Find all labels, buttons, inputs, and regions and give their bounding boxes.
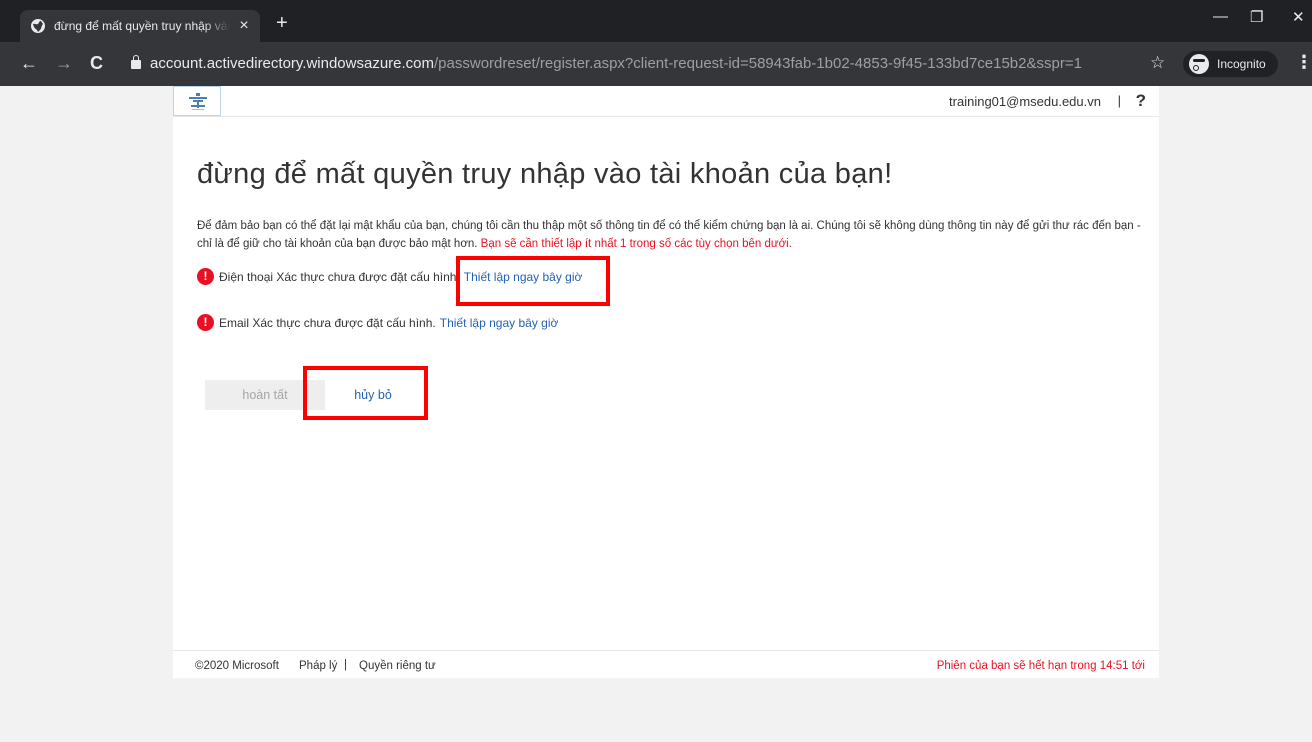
setup-email-link[interactable]: Thiết lập ngay bây giờ [440,316,559,330]
copyright: ©2020 Microsoft [195,660,279,672]
address-bar[interactable]: account.activedirectory.windowsazure.com… [150,55,1082,72]
intro-text: Để đảm bảo bạn có thể đặt lại mật khẩu c… [197,217,1147,253]
page-container: training01@msedu.edu.vn | ? đừng để mất … [173,86,1159,678]
phone-status-text: Điện thoại Xác thực chưa được đặt cấu hì… [219,269,460,284]
close-tab-icon[interactable]: × [236,17,252,35]
alert-icon: ! [197,314,214,331]
user-email[interactable]: training01@msedu.edu.vn [949,94,1101,109]
new-tab-icon[interactable]: + [276,13,288,33]
incognito-label: Incognito [1217,57,1266,71]
browser-tab[interactable]: đừng để mất quyền truy nhập vào tài khoả… [20,10,260,42]
incognito-badge[interactable]: Incognito [1183,51,1278,77]
minimize-icon[interactable]: — [1213,8,1228,25]
url-path: /passwordreset/register.aspx?client-requ… [434,55,1082,72]
bookmark-star-icon[interactable]: ☆ [1150,53,1165,73]
browser-tabstrip: đừng để mất quyền truy nhập vào tài khoả… [0,0,1312,42]
cancel-button-highlight [303,366,428,420]
help-icon[interactable]: ? [1136,91,1146,111]
footer-separator: | [344,659,347,671]
page-footer: ©2020 Microsoft Pháp lý | Quyền riêng tư… [173,650,1159,679]
email-status-row: ! Email Xác thực chưa được đặt cấu hình.… [197,314,558,331]
reload-icon[interactable]: C [90,52,103,74]
phone-link-highlight [456,256,610,306]
alert-icon: ! [197,268,214,285]
url-host: account.activedirectory.windowsazure.com [150,55,435,72]
legal-link[interactable]: Pháp lý [299,660,337,672]
globe-icon [31,19,45,33]
org-logo-icon [189,93,207,110]
restore-icon[interactable]: ❐ [1250,8,1263,26]
tab-title: đừng để mất quyền truy nhập vào tài khoả… [54,19,230,33]
forward-icon[interactable]: → [55,52,73,74]
privacy-link[interactable]: Quyền riêng tư [359,660,436,672]
lock-icon[interactable] [131,55,141,69]
incognito-icon [1189,54,1209,74]
window-close-icon[interactable]: ✕ [1292,8,1305,26]
page-header: training01@msedu.edu.vn | ? [173,86,1159,117]
intro-warning: Bạn sẽ cần thiết lập ít nhất 1 trong số … [480,238,792,250]
header-separator: | [1117,93,1121,108]
browser-toolbar: ← → C account.activedirectory.windowsazu… [0,42,1312,86]
session-timeout-text: Phiên của bạn sẽ hết hạn trong 14:51 tới [936,660,1145,672]
back-icon[interactable]: ← [20,52,38,74]
org-logo [173,86,221,116]
page-title: đừng để mất quyền truy nhập vào tài khoả… [197,158,893,190]
browser-menu-icon[interactable]: ⋮ [1295,52,1312,73]
email-status-text: Email Xác thực chưa được đặt cấu hình. [219,315,436,330]
